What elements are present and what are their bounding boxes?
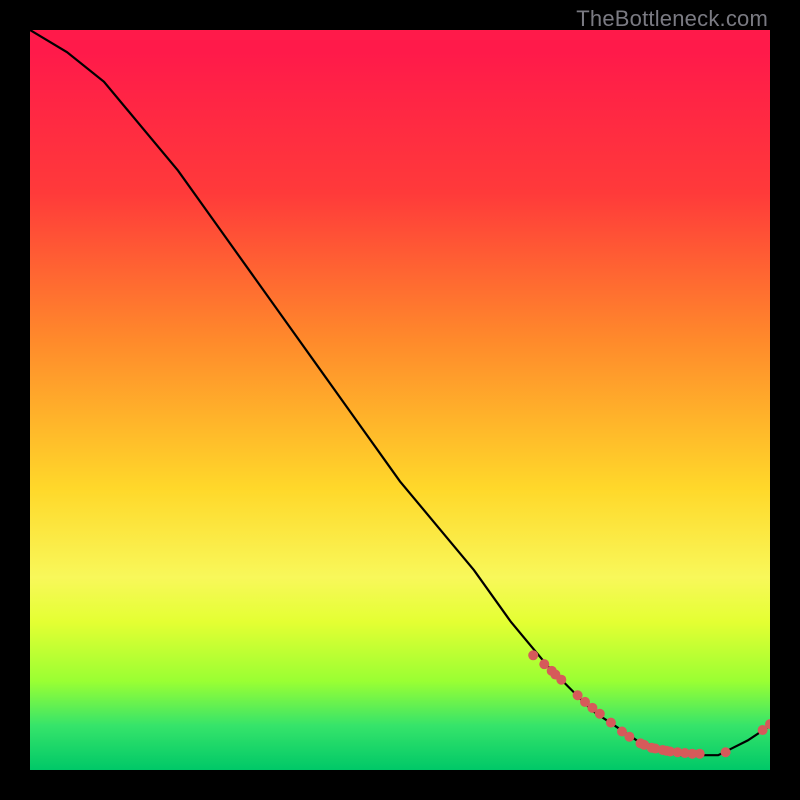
curve-layer <box>30 30 770 770</box>
data-point <box>721 747 731 757</box>
data-point <box>606 718 616 728</box>
plot-area <box>30 30 770 770</box>
data-point <box>573 690 583 700</box>
chart-stage: TheBottleneck.com <box>0 0 800 800</box>
data-point <box>695 749 705 759</box>
data-point <box>556 675 566 685</box>
data-point <box>595 709 605 719</box>
data-point <box>624 732 634 742</box>
watermark-text: TheBottleneck.com <box>576 6 768 32</box>
data-point <box>539 659 549 669</box>
marker-group <box>528 650 770 758</box>
bottleneck-curve <box>30 30 770 755</box>
data-point <box>528 650 538 660</box>
